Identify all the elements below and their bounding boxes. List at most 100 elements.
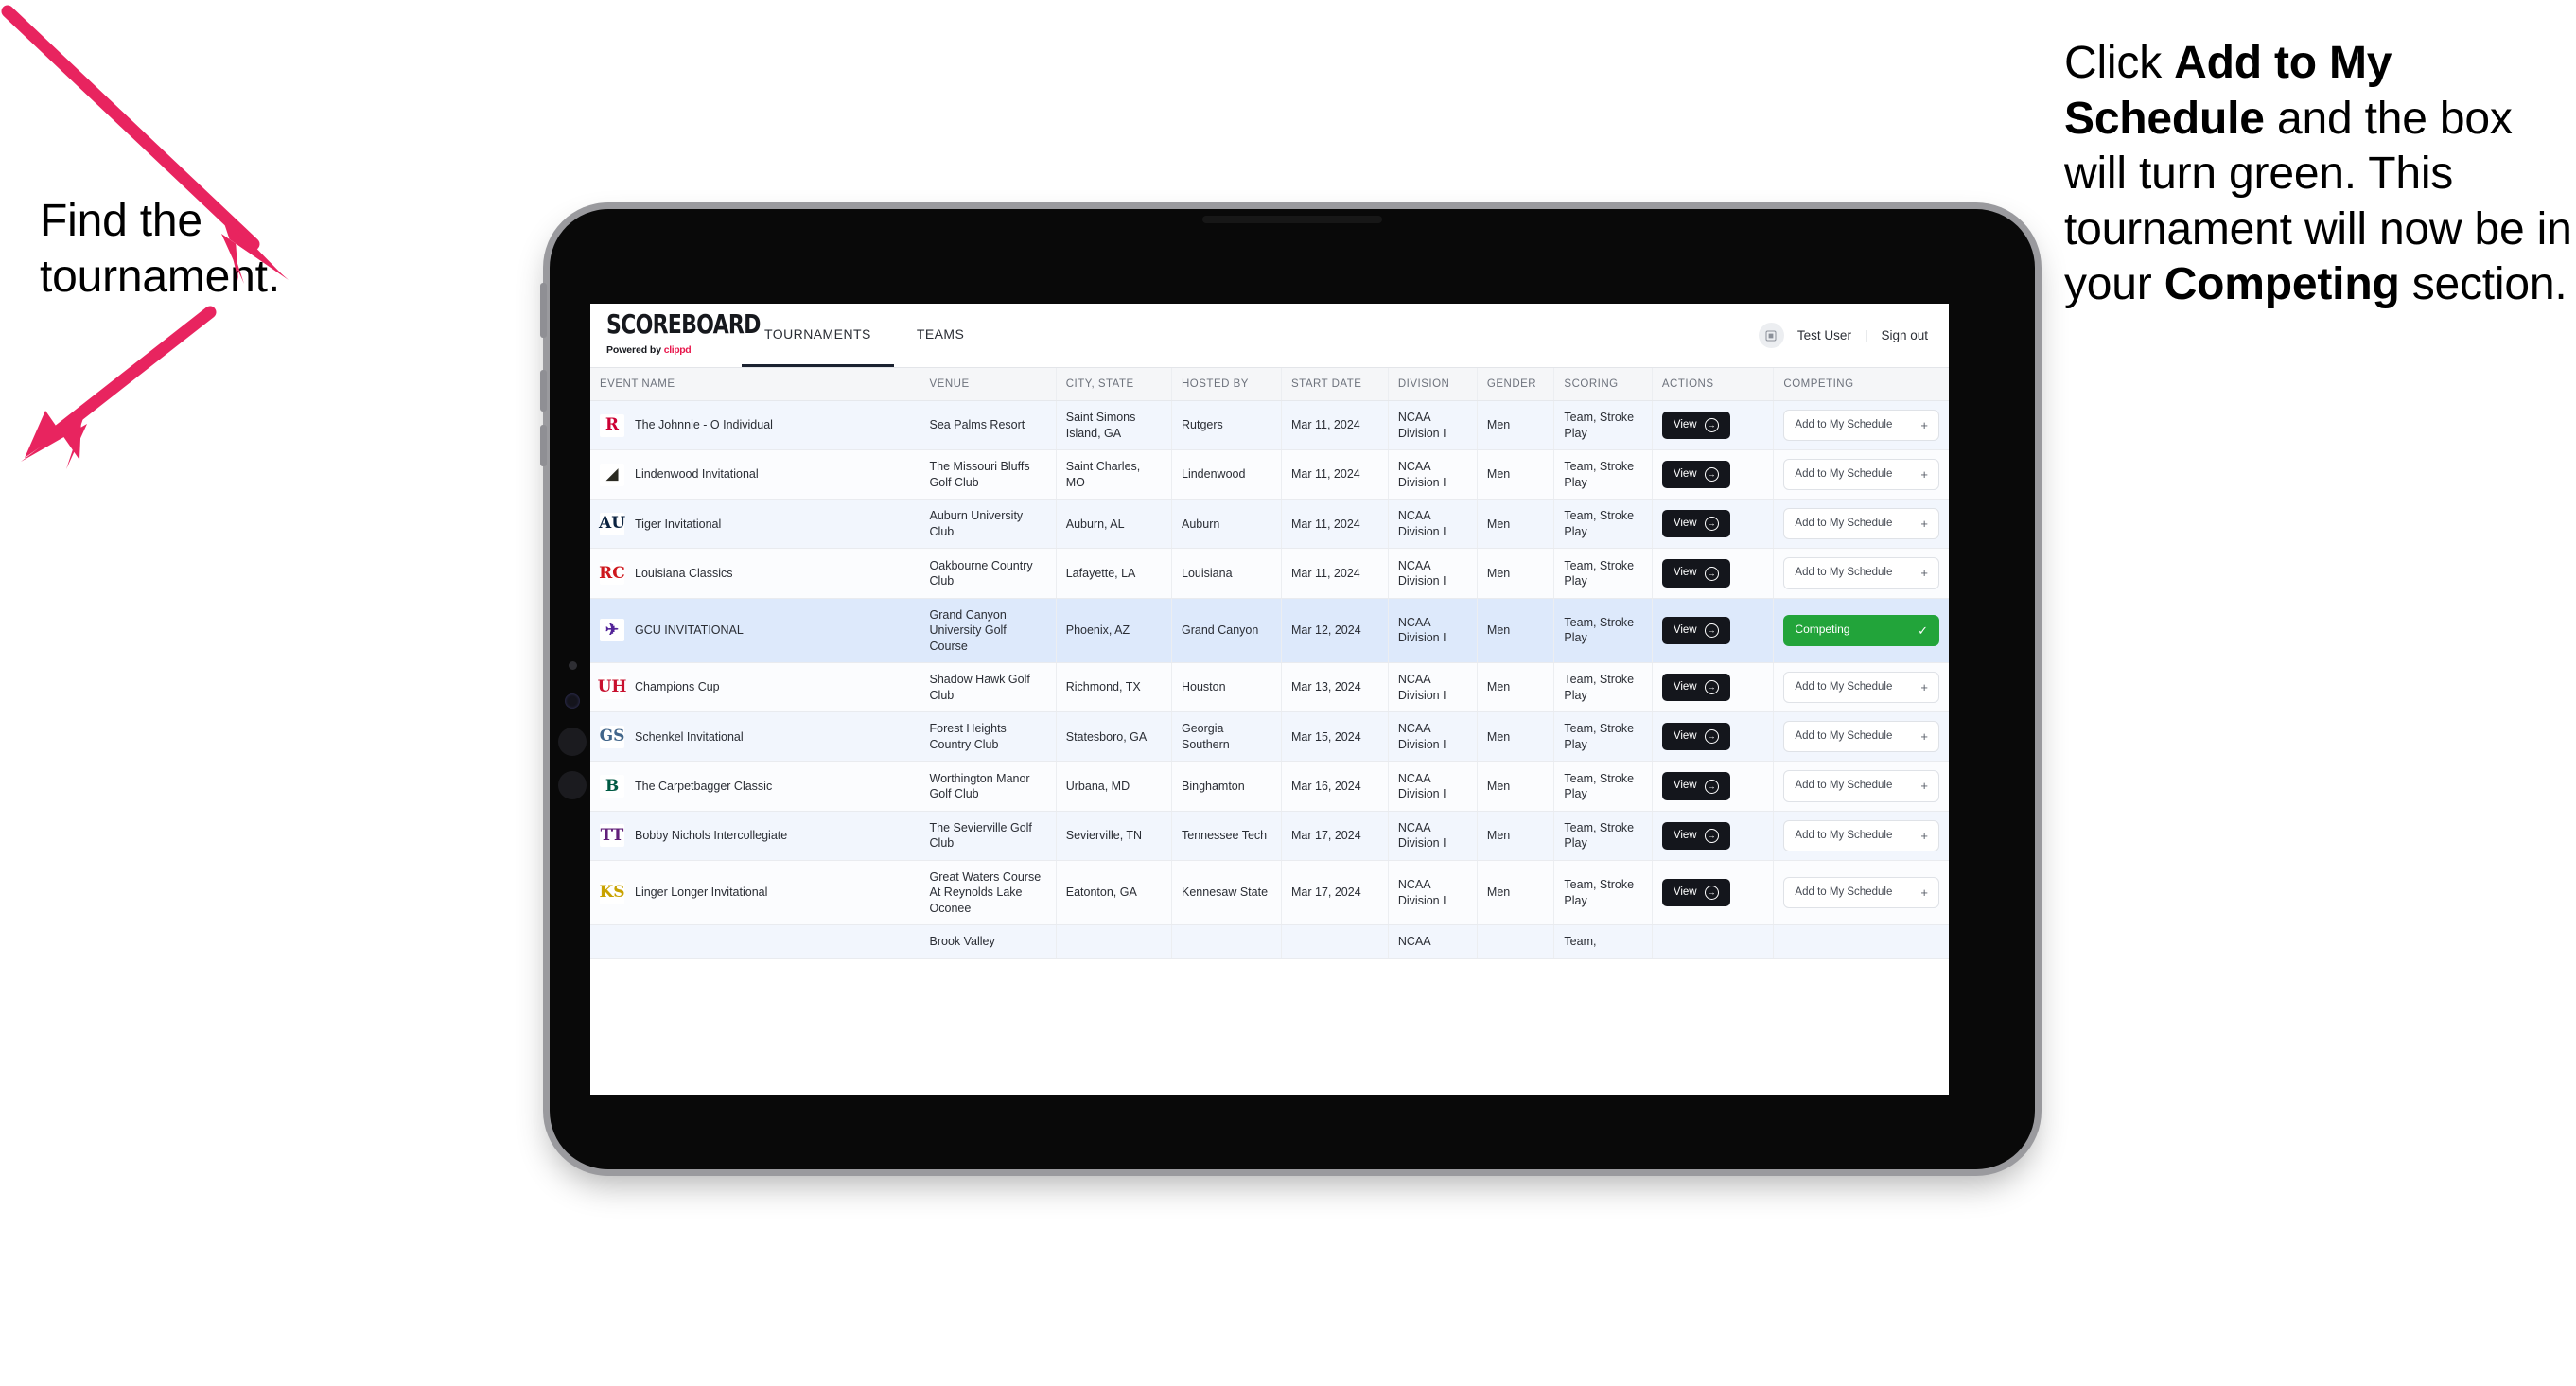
add-to-my-schedule-button[interactable]: Add to My Schedule +	[1783, 557, 1939, 589]
cell-event-name: ✈ GCU INVITATIONAL	[590, 598, 920, 664]
table-row[interactable]: ◢ Lindenwood Invitational The Missouri Blu…	[590, 449, 1949, 500]
tab-teams[interactable]: TEAMS	[894, 304, 987, 367]
cell-actions	[1652, 924, 1775, 959]
check-icon: ✓	[1918, 623, 1928, 638]
view-button[interactable]: View →	[1661, 510, 1730, 538]
table-row[interactable]: R The Johnnie - O Individual Sea Palms Res…	[590, 400, 1949, 451]
view-button[interactable]: View →	[1661, 559, 1730, 588]
table-row-partial[interactable]: Brook Valley NCAA Team,	[590, 924, 1949, 959]
cell-competing: Add to My Schedule +	[1773, 662, 1949, 713]
column-header-scoring[interactable]: SCORING	[1553, 368, 1653, 401]
cell-event-name: R The Johnnie - O Individual	[590, 400, 920, 451]
tournaments-table-container[interactable]: EVENT NAME VENUE CITY, STATE HOSTED BY S…	[590, 368, 1949, 1095]
table-row[interactable]: KS Linger Longer Invitational Great Waters…	[590, 860, 1949, 926]
cell-event-name: UH Champions Cup	[590, 662, 920, 713]
cell-city-state: Auburn, AL	[1056, 499, 1173, 550]
add-to-my-schedule-button[interactable]: Add to My Schedule +	[1783, 770, 1939, 802]
cell-actions: View →	[1652, 860, 1775, 926]
table-row[interactable]: ✈ GCU INVITATIONAL Grand Canyon University…	[590, 598, 1949, 664]
column-header-venue[interactable]: VENUE	[920, 368, 1057, 401]
cell-gender: Men	[1477, 761, 1555, 812]
view-button[interactable]: View →	[1661, 616, 1730, 644]
add-to-my-schedule-button[interactable]: Add to My Schedule +	[1783, 819, 1939, 851]
column-header-start-date[interactable]: START DATE	[1281, 368, 1389, 401]
tablet-volume-up-button[interactable]	[540, 370, 547, 412]
table-row[interactable]: B The Carpetbagger Classic Worthington Man…	[590, 761, 1949, 812]
brand-logo[interactable]: SCOREBOARD Powered by clippd	[590, 304, 761, 367]
table-row[interactable]: GS Schenkel Invitational Forest Heights Co…	[590, 711, 1949, 763]
table-row[interactable]: RC Louisiana Classics Oakbourne Country Cl…	[590, 548, 1949, 599]
column-header-event-name[interactable]: EVENT NAME	[590, 368, 920, 401]
event-name-label: Linger Longer Invitational	[635, 886, 768, 900]
cell-venue: The Missouri Bluffs Golf Club	[920, 449, 1057, 500]
add-to-my-schedule-button[interactable]: Add to My Schedule +	[1783, 459, 1939, 491]
add-to-my-schedule-button[interactable]: Add to My Schedule +	[1783, 672, 1939, 704]
table-row[interactable]: TT Bobby Nichols Intercollegiate The Sevie…	[590, 811, 1949, 861]
cell-event-name: RC Louisiana Classics	[590, 548, 920, 599]
competing-button-label: Competing	[1795, 623, 1850, 637]
cell-competing: Add to My Schedule +	[1773, 711, 1949, 763]
add-to-my-schedule-label: Add to My Schedule	[1795, 681, 1893, 693]
event-name-label: Bobby Nichols Intercollegiate	[635, 828, 788, 842]
annotation-right-part1: Click	[2064, 38, 2175, 88]
cell-city-state: Sevierville, TN	[1056, 811, 1173, 861]
cell-event-name: AU Tiger Invitational	[590, 499, 920, 550]
cell-competing: Add to My Schedule +	[1773, 449, 1949, 500]
view-button-label: View	[1673, 518, 1697, 530]
cell-competing: Add to My Schedule +	[1773, 811, 1949, 861]
view-button[interactable]: View →	[1661, 674, 1730, 702]
table-row[interactable]: AU Tiger Invitational Auburn University Cl…	[590, 499, 1949, 550]
cell-hosted-by: Grand Canyon	[1171, 598, 1282, 664]
user-avatar-icon[interactable]	[1758, 323, 1784, 348]
competing-button[interactable]: Competing ✓	[1783, 614, 1939, 646]
add-to-my-schedule-button[interactable]: Add to My Schedule +	[1783, 508, 1939, 540]
arrow-right-circle-icon: →	[1704, 680, 1719, 695]
cell-venue: Grand Canyon University Golf Course	[920, 598, 1057, 664]
view-button[interactable]: View →	[1661, 821, 1730, 850]
cell-gender: Men	[1477, 662, 1555, 713]
column-header-competing[interactable]: COMPETING	[1773, 368, 1949, 401]
tablet-volume-down-button[interactable]	[540, 425, 547, 466]
add-to-my-schedule-button[interactable]: Add to My Schedule +	[1783, 721, 1939, 753]
cell-start-date	[1281, 924, 1389, 959]
add-to-my-schedule-button[interactable]: Add to My Schedule +	[1783, 410, 1939, 442]
cell-gender: Men	[1477, 400, 1555, 451]
column-header-division[interactable]: DIVISION	[1388, 368, 1478, 401]
lindenwood-lions-logo: ◢	[600, 463, 624, 486]
view-button-label: View	[1673, 418, 1697, 430]
tablet-front-camera-icon	[565, 693, 580, 709]
cell-hosted-by: Lindenwood	[1171, 449, 1282, 500]
cell-event-name: B The Carpetbagger Classic	[590, 761, 920, 812]
column-header-city-state[interactable]: CITY, STATE	[1056, 368, 1173, 401]
grand-canyon-lopes-logo: ✈	[600, 619, 624, 642]
rutgers-logo: R	[600, 413, 624, 437]
add-to-my-schedule-button[interactable]: Add to My Schedule +	[1783, 876, 1939, 909]
cell-gender: Men	[1477, 449, 1555, 500]
column-header-gender[interactable]: GENDER	[1477, 368, 1555, 401]
sign-out-link[interactable]: Sign out	[1881, 328, 1928, 342]
column-header-actions[interactable]: ACTIONS	[1652, 368, 1775, 401]
tablet-speaker-hole	[558, 771, 587, 799]
table-row[interactable]: UH Champions Cup Shadow Hawk Golf Club Rich…	[590, 662, 1949, 713]
column-header-hosted-by[interactable]: HOSTED BY	[1171, 368, 1282, 401]
cell-venue: Brook Valley	[920, 924, 1057, 959]
view-button[interactable]: View →	[1661, 723, 1730, 751]
view-button-label: View	[1673, 780, 1697, 792]
powered-by-label: Powered by	[606, 344, 664, 356]
cell-start-date: Mar 17, 2024	[1281, 860, 1389, 926]
cell-hosted-by: Rutgers	[1171, 400, 1282, 451]
view-button[interactable]: View →	[1661, 772, 1730, 800]
annotation-left-line1: Find the	[40, 196, 202, 246]
clippd-brand: clippd	[663, 344, 692, 356]
tablet-power-button[interactable]	[540, 283, 547, 338]
view-button[interactable]: View →	[1661, 461, 1730, 489]
cell-hosted-by: Louisiana	[1171, 548, 1282, 599]
cell-actions: View →	[1652, 548, 1775, 599]
cell-gender: Men	[1477, 548, 1555, 599]
view-button[interactable]: View →	[1661, 411, 1730, 440]
cell-scoring: Team, Stroke Play	[1553, 449, 1653, 500]
cell-division: NCAA Division I	[1388, 548, 1478, 599]
view-button[interactable]: View →	[1661, 878, 1730, 907]
tournaments-table-body: R The Johnnie - O Individual Sea Palms Res…	[590, 400, 1949, 959]
tab-tournaments[interactable]: TOURNAMENTS	[742, 304, 894, 367]
